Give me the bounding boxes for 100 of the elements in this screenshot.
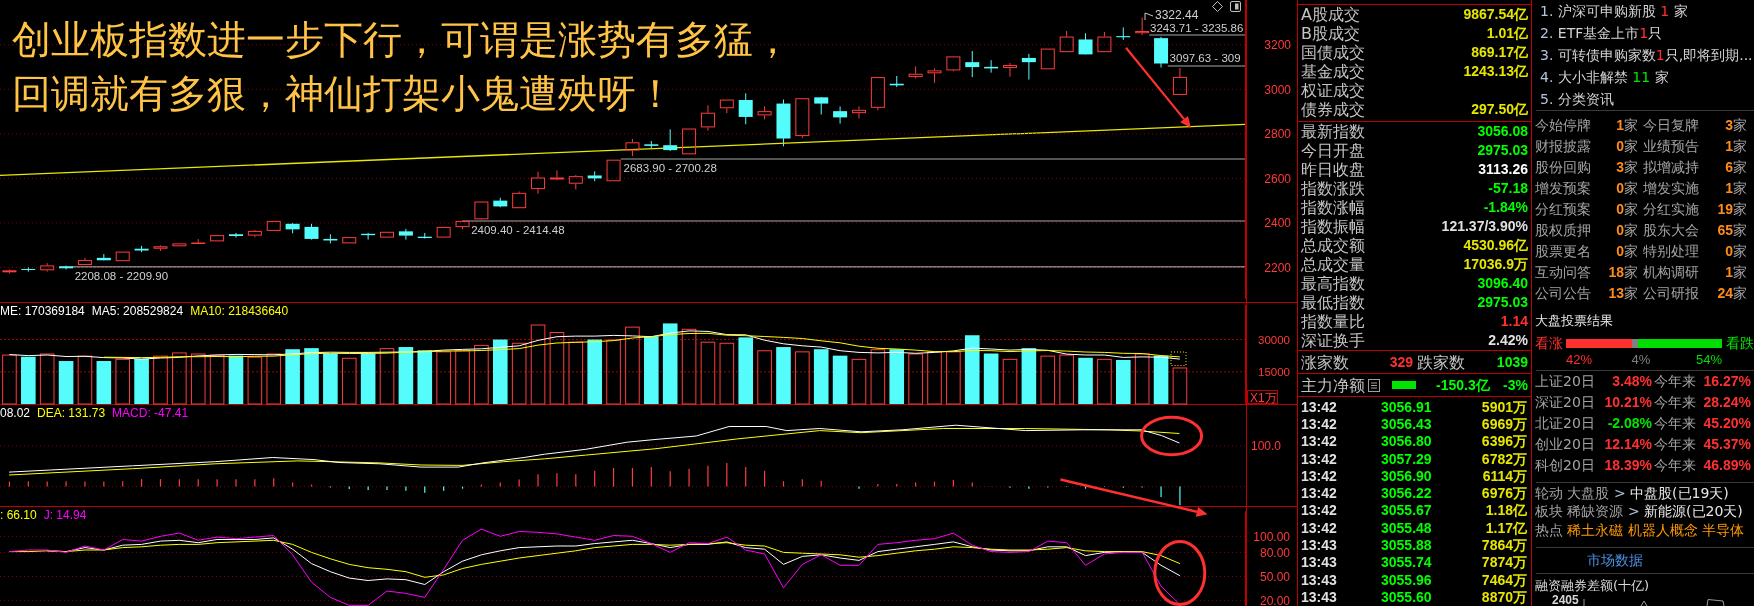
candlestick: [191, 238, 206, 245]
stat-value: 3113.26: [1478, 161, 1528, 178]
candlestick: [587, 170, 602, 182]
highlight-ellipse: [1153, 540, 1207, 606]
square-icon[interactable]: [1230, 1, 1241, 12]
index-change: 12.14%: [1604, 436, 1652, 453]
index-change: 18.39%: [1604, 457, 1652, 474]
stat-value: 17036.9万: [1463, 256, 1528, 273]
candlestick: [398, 228, 413, 241]
candlestick: [1097, 31, 1112, 53]
bear-label: 看跌: [1726, 334, 1754, 352]
index-label: 科创20日: [1535, 457, 1595, 474]
candlestick: [96, 253, 111, 261]
candlestick: [738, 92, 753, 125]
vote-title: 大盘投票结果: [1535, 313, 1613, 329]
stat-value: 9867.54亿: [1463, 6, 1528, 23]
candlestick: [795, 98, 810, 139]
caption-line: 创业板指数进一步下行，可谓是涨势有多猛，: [12, 16, 792, 64]
event-count: 3家: [1616, 159, 1638, 176]
stat-value: 1039: [1496, 354, 1528, 370]
tick-price: 3056.80: [1381, 433, 1432, 450]
axis-label: 30000: [1258, 333, 1290, 346]
stat-value: 3096.40: [1477, 275, 1528, 292]
candlestick: [1116, 26, 1131, 41]
event-count: 18家: [1608, 264, 1638, 281]
legend-value: MA5: 208529824: [91, 304, 184, 318]
stat-value: -150.3亿: [1436, 377, 1490, 393]
tick-price: 3055.96: [1381, 571, 1432, 588]
candlestick: [946, 56, 961, 72]
stat-value: 2975.03: [1477, 142, 1528, 159]
tick-volume: 7864万: [1481, 537, 1527, 553]
margin-title: 融资融券差额(十亿): [1535, 577, 1650, 594]
stat-label: 最低指数: [1301, 293, 1365, 312]
news-item[interactable]: 4. 大小非解禁 11 家: [1540, 68, 1669, 86]
candlestick: [77, 257, 92, 266]
candlestick: [644, 140, 659, 150]
candlestick: [1003, 62, 1017, 78]
list-icon[interactable]: [1368, 378, 1380, 392]
axis-label: 2200: [1264, 260, 1291, 275]
event-label: 增发实施: [1643, 180, 1699, 197]
tick-price: 3055.88: [1381, 537, 1432, 553]
candlestick: [1172, 67, 1187, 95]
news-item[interactable]: 5. 分类资讯: [1540, 90, 1614, 108]
unit-label: X1万: [1247, 390, 1278, 405]
event-label: 股东大会: [1643, 222, 1699, 239]
stat-value: 329: [1389, 354, 1413, 370]
event-label: 公司研报: [1643, 285, 1699, 302]
tick-volume: 1.17亿: [1485, 519, 1527, 536]
event-label: 股权质押: [1535, 222, 1591, 239]
news-item[interactable]: 3. 可转债申购家数1只,即将到期...: [1540, 46, 1753, 64]
event-count: 13家: [1608, 285, 1638, 302]
axis-label: 2400: [1264, 216, 1291, 231]
stat-value: 2.42%: [1488, 332, 1528, 349]
event-label: 分红实施: [1643, 201, 1699, 218]
candlestick: [1154, 36, 1169, 68]
legend-value: MACD: -47.41: [112, 406, 189, 420]
axis-label: 2600: [1264, 171, 1291, 186]
ytd-change: 16.27%: [1703, 373, 1751, 390]
stat-value: 1243.13亿: [1463, 63, 1528, 80]
index-label: 深证20日: [1535, 394, 1595, 411]
event-count: 6家: [1725, 159, 1747, 176]
peak-label: 3322.44: [1155, 7, 1199, 22]
tick-time: 13:42: [1301, 519, 1337, 536]
tick-time: 13:42: [1301, 433, 1337, 450]
rotation-line: 轮动 大盘股 > 中盘股(已19天): [1535, 484, 1729, 502]
candlestick: [1021, 53, 1036, 81]
ytd-label: 今年来: [1654, 457, 1696, 474]
index-change: 10.21%: [1604, 394, 1652, 411]
market-data-link[interactable]: 市场数据: [1587, 551, 1643, 569]
event-label: 增发预案: [1535, 180, 1591, 197]
tick-price: 3056.91: [1381, 398, 1432, 415]
bull-label: 看涨: [1535, 334, 1563, 352]
stat-value: -1.84%: [1483, 199, 1528, 216]
tick-price: 3055.48: [1381, 519, 1432, 536]
stat-label: 主力净额: [1301, 375, 1365, 395]
ytd-change: 45.37%: [1703, 436, 1751, 453]
candlestick: [682, 128, 697, 155]
candlestick: [493, 197, 508, 208]
stat-label: 最高指数: [1301, 274, 1365, 293]
tick-price: 3056.22: [1381, 485, 1432, 502]
stat-label: 指数涨跌: [1301, 179, 1365, 198]
tick-price: 3055.67: [1381, 502, 1432, 519]
candlestick: [719, 99, 734, 114]
tick-time: 13:42: [1301, 415, 1337, 432]
stat-value: 297.50亿: [1471, 101, 1528, 118]
level-label: 3243.71 - 3235.86: [1150, 21, 1244, 34]
tick-volume: 7874万: [1481, 554, 1527, 571]
event-label: 特别处理: [1643, 243, 1699, 260]
tick-time: 13:42: [1301, 467, 1337, 484]
tick-volume: 6976万: [1481, 485, 1527, 502]
event-count: 0家: [1616, 138, 1638, 155]
news-item[interactable]: 1. 沪深可申购新股 1 家: [1540, 2, 1688, 20]
news-item[interactable]: 2. ETF基金上市1只: [1540, 24, 1663, 42]
candlestick: [2, 268, 17, 275]
stat-value: 2975.03: [1477, 294, 1528, 311]
stat-label: 今日开盘: [1301, 141, 1365, 160]
diamond-icon[interactable]: [1212, 1, 1223, 12]
axis-label: 2800: [1264, 127, 1291, 142]
tick-price: 3056.43: [1381, 415, 1432, 432]
event-count: 24家: [1717, 285, 1747, 302]
